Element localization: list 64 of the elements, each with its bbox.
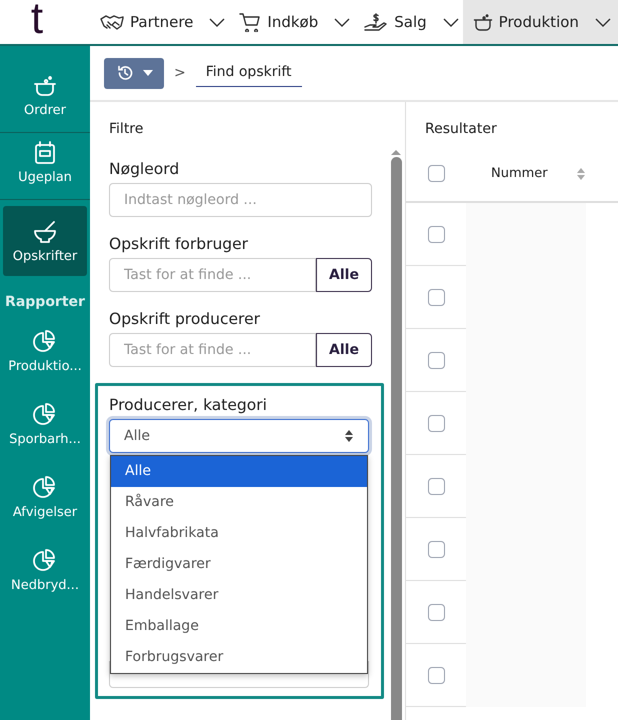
nav-menu[interactable]: Indkøb: [229, 0, 354, 44]
handshake-icon: [100, 13, 124, 31]
checkbox[interactable]: [428, 165, 444, 182]
sidebar-item[interactable]: Ordrer: [3, 68, 87, 126]
dropdown-option[interactable]: Færdigvarer: [111, 549, 367, 580]
caret-icon: [142, 70, 152, 76]
nav-menu[interactable]: Produktion: [462, 0, 618, 44]
checkbox[interactable]: [428, 540, 444, 558]
history-icon: [116, 64, 134, 82]
checkbox[interactable]: [428, 414, 444, 432]
dropdown-option[interactable]: Handelsvarer: [111, 580, 367, 611]
panel-title: Resultater: [424, 120, 498, 139]
all-button[interactable]: Alle: [316, 258, 372, 292]
dropdown-option[interactable]: Alle: [111, 456, 367, 487]
dropdown-option[interactable]: Råvare: [111, 487, 367, 518]
breadcrumb-separator: >: [174, 65, 186, 81]
checkbox[interactable]: [428, 478, 444, 494]
pot-icon: [33, 74, 57, 98]
sidebar-item[interactable]: Nedbryd...: [3, 535, 87, 608]
nav-menu[interactable]: Salg: [354, 0, 463, 44]
sort-icon: [576, 166, 586, 180]
sidebar-item[interactable]: Sporbarh...: [3, 389, 87, 462]
lookup-field[interactable]: Tast for at finde ...: [109, 258, 316, 292]
all-button[interactable]: Alle: [316, 333, 372, 367]
column-header[interactable]: Nummer: [491, 166, 548, 181]
sidebar-item[interactable]: Afvigelser: [3, 462, 87, 535]
lookup-field[interactable]: Tast for at finde ...: [109, 333, 316, 367]
pie-chart-icon: [33, 476, 57, 500]
logo[interactable]: t: [30, 0, 44, 41]
history-button[interactable]: [104, 58, 164, 88]
pie-chart-icon: [33, 403, 57, 427]
chevron-down-icon: [594, 18, 611, 26]
checkbox[interactable]: [428, 666, 444, 684]
dropdown-option[interactable]: Halvfabrikata: [111, 518, 367, 549]
pot-icon: [472, 12, 493, 32]
checkbox[interactable]: [428, 288, 444, 306]
dropdown-option[interactable]: Forbrugsvarer: [111, 642, 367, 673]
select-field[interactable]: Alle: [109, 419, 369, 453]
sidebar-item[interactable]: Ugeplan: [3, 135, 87, 193]
panel-title: Filtre: [108, 120, 144, 139]
chevron-down-icon: [442, 18, 459, 26]
checkbox[interactable]: [428, 604, 444, 620]
checkbox[interactable]: [428, 226, 444, 242]
field-label: Opskrift producerer: [109, 310, 261, 328]
breadcrumb-current[interactable]: Find opskrift: [196, 60, 302, 86]
mortar-icon: [33, 220, 57, 244]
sort-arrows-icon: [344, 429, 354, 443]
cart-icon: [239, 12, 262, 32]
chevron-down-icon: [209, 18, 226, 26]
field-label: Opskrift forbruger: [109, 235, 250, 253]
dropdown-option[interactable]: Emballage: [111, 611, 367, 642]
sidebar-item[interactable]: Produktio...: [3, 316, 87, 389]
text-field[interactable]: Indtast nøgleord ...: [109, 183, 372, 217]
pie-chart-icon: [33, 330, 57, 354]
field-label: Nøgleord: [109, 160, 180, 178]
chevron-down-icon: [334, 18, 350, 26]
nav-menu[interactable]: Partnere: [90, 0, 230, 44]
sidebar-heading: Rapporter: [5, 293, 85, 312]
checkbox[interactable]: [428, 352, 444, 368]
hand-coin-icon: [364, 12, 388, 32]
pie-chart-icon: [33, 549, 57, 573]
sidebar-item[interactable]: Opskrifter: [3, 206, 87, 276]
field-label: Producerer, kategori: [109, 396, 268, 414]
calendar-icon: [34, 141, 56, 165]
